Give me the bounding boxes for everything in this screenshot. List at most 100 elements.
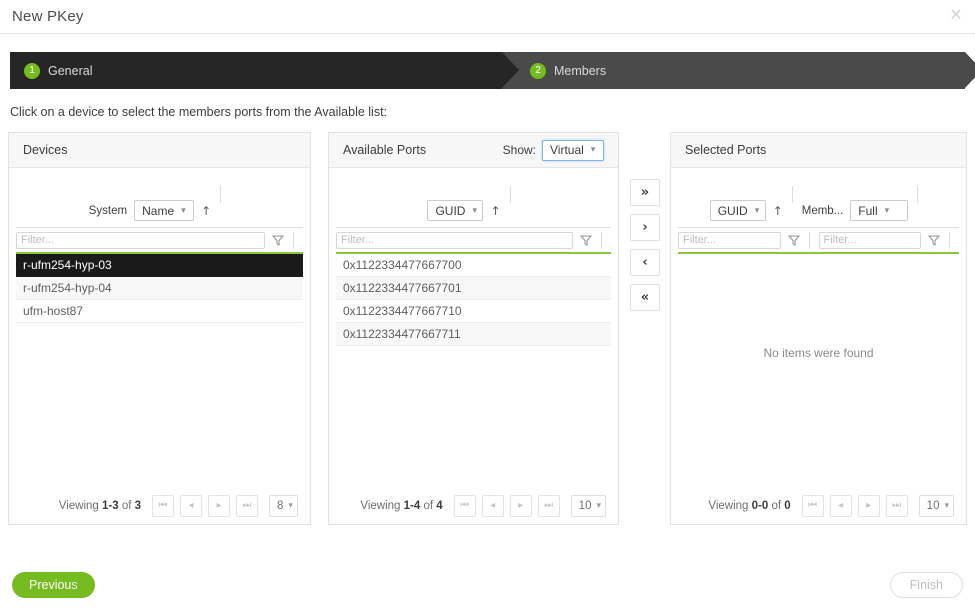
chevron-down-icon: ▾ — [181, 206, 186, 216]
move-left-button[interactable]: ‹ — [630, 249, 660, 276]
table-row[interactable]: r-ufm254-hyp-04 — [16, 277, 303, 300]
devices-filter-cell — [16, 232, 284, 249]
chevron-down-icon: ▾ — [755, 206, 760, 216]
first-page-button[interactable]: ⏮ — [152, 495, 174, 517]
last-page-button[interactable]: ⏭ — [236, 495, 258, 517]
devices-panel-title: Devices — [23, 143, 67, 157]
device-name: r-ufm254-hyp-03 — [23, 258, 112, 272]
port-guid: 0x1122334477667711 — [343, 327, 461, 341]
selected-sort-asc-icon[interactable]: ↑ — [773, 204, 783, 218]
prev-page-button[interactable]: ◂ — [482, 495, 504, 517]
available-sort-asc-icon[interactable]: ↑ — [490, 204, 500, 218]
close-icon[interactable]: ✕ — [947, 6, 965, 24]
first-page-button[interactable]: ⏮ — [454, 495, 476, 517]
selected-ports-panel: Selected Ports GUID ▾ ↑ Memb... Full ▾ — [670, 132, 967, 525]
device-name: r-ufm254-hyp-04 — [23, 281, 112, 295]
step-number-badge: 1 — [24, 63, 40, 79]
available-viewing-label: Viewing 1-4 of 4 — [360, 500, 442, 512]
selected-page-size-value: 10 — [927, 500, 940, 512]
table-row[interactable]: ufm-host87 — [16, 300, 303, 323]
step-label: Members — [554, 64, 606, 78]
selected-pagination: Viewing 0-0 of 0 ⏮ ◂ ▸ ⏭ 10 ▾ — [671, 487, 966, 524]
available-column-select-value: GUID — [435, 204, 465, 218]
filter-funnel-icon[interactable] — [928, 235, 940, 246]
column-divider — [293, 232, 294, 249]
port-guid: 0x1122334477667700 — [343, 258, 462, 272]
wizard-step-general[interactable]: 1 General — [10, 52, 502, 89]
table-row[interactable]: 0x1122334477667710 — [336, 300, 611, 323]
selected-row-list: No items were found — [678, 254, 959, 487]
wizard-steps: 1 General 2 Members — [10, 52, 965, 89]
move-all-left-button[interactable]: « — [630, 284, 660, 311]
selected-guid-select-value: GUID — [718, 204, 748, 218]
finish-button[interactable]: Finish — [890, 572, 963, 598]
available-ports-show-control: Show: Virtual ▾ — [503, 140, 604, 161]
table-row[interactable]: 0x1122334477667700 — [336, 254, 611, 277]
filter-funnel-icon[interactable] — [272, 235, 284, 246]
last-page-button[interactable]: ⏭ — [538, 495, 560, 517]
available-filter-input[interactable] — [336, 232, 573, 249]
filter-funnel-icon[interactable] — [788, 235, 800, 246]
selected-ports-column-header: GUID ▾ ↑ Memb... Full ▾ — [678, 168, 959, 228]
chevron-down-icon: ▾ — [288, 501, 293, 511]
available-filter-cell — [336, 232, 592, 249]
next-page-button[interactable]: ▸ — [208, 495, 230, 517]
table-row[interactable]: r-ufm254-hyp-03 — [16, 254, 303, 277]
chevron-down-icon: ▾ — [885, 206, 890, 216]
column-divider — [917, 186, 918, 203]
devices-column-select-value: Name — [142, 204, 174, 218]
column-divider — [792, 186, 793, 203]
selected-ports-panel-header: Selected Ports — [671, 133, 966, 168]
step-number-badge: 2 — [530, 63, 546, 79]
devices-panel-header: Devices — [9, 133, 310, 168]
move-right-button[interactable]: › — [630, 214, 660, 241]
available-pagination: Viewing 1-4 of 4 ⏮ ◂ ▸ ⏭ 10 ▾ — [329, 487, 618, 524]
available-column-select[interactable]: GUID ▾ — [427, 200, 483, 221]
devices-page-size-value: 8 — [277, 500, 283, 512]
transfer-button-group: » › ‹ « — [630, 179, 660, 311]
chevron-down-icon: ▾ — [591, 145, 596, 155]
available-page-size-value: 10 — [579, 500, 592, 512]
selected-page-size-select[interactable]: 10 ▾ — [919, 495, 954, 517]
selected-ports-panel-title: Selected Ports — [685, 143, 766, 157]
step-label: General — [48, 64, 92, 78]
column-divider — [510, 186, 511, 203]
instruction-text: Click on a device to select the members … — [10, 105, 975, 119]
devices-panel: Devices System Name ▾ ↑ — [8, 132, 311, 525]
available-ports-panel-header: Available Ports Show: Virtual ▾ — [329, 133, 618, 168]
prev-page-button[interactable]: ◂ — [830, 495, 852, 517]
prev-page-button[interactable]: ◂ — [180, 495, 202, 517]
first-page-button[interactable]: ⏮ — [802, 495, 824, 517]
available-ports-grid: GUID ▾ ↑ 0x1122334477667700 — [329, 168, 618, 487]
selected-filter-row — [678, 228, 959, 254]
next-page-button[interactable]: ▸ — [858, 495, 880, 517]
show-type-select[interactable]: Virtual ▾ — [542, 140, 604, 161]
devices-sort-asc-icon[interactable]: ↑ — [201, 204, 211, 218]
move-all-right-button[interactable]: » — [630, 179, 660, 206]
membership-select[interactable]: Full ▾ — [850, 200, 908, 221]
membership-label: Memb... — [802, 205, 844, 217]
chevron-down-icon: ▾ — [596, 501, 601, 511]
chevron-down-icon: ▾ — [472, 206, 477, 216]
next-page-button[interactable]: ▸ — [510, 495, 532, 517]
wizard-step-members[interactable]: 2 Members — [502, 52, 965, 89]
selected-guid-select[interactable]: GUID ▾ — [710, 200, 766, 221]
devices-page-size-select[interactable]: 8 ▾ — [269, 495, 298, 517]
port-guid: 0x1122334477667701 — [343, 281, 462, 295]
table-row[interactable]: 0x1122334477667701 — [336, 277, 611, 300]
previous-button[interactable]: Previous — [12, 572, 95, 598]
last-page-button[interactable]: ⏭ — [886, 495, 908, 517]
available-page-size-select[interactable]: 10 ▾ — [571, 495, 606, 517]
available-ports-panel-title: Available Ports — [343, 143, 426, 157]
show-label: Show: — [503, 143, 536, 157]
selected-guid-filter-cell — [678, 232, 800, 249]
selected-guid-filter-input[interactable] — [678, 232, 781, 249]
devices-filter-row — [16, 228, 303, 254]
chevron-down-icon: ▾ — [944, 501, 949, 511]
selected-membership-filter-input[interactable] — [819, 232, 922, 249]
devices-column-select[interactable]: Name ▾ — [134, 200, 194, 221]
devices-filter-input[interactable] — [16, 232, 265, 249]
table-row[interactable]: 0x1122334477667711 — [336, 323, 611, 346]
device-name: ufm-host87 — [23, 304, 83, 318]
filter-funnel-icon[interactable] — [580, 235, 592, 246]
